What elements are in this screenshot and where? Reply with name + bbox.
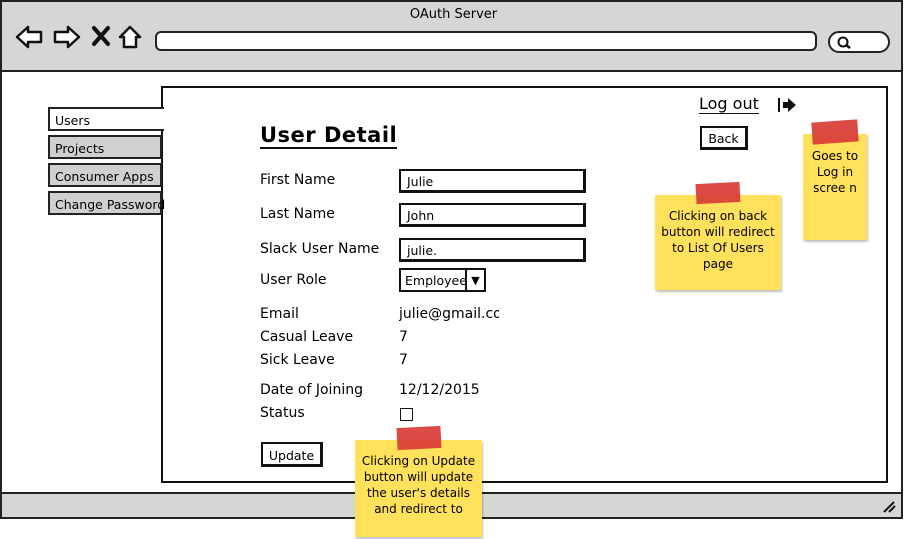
tab-change-password[interactable]: Change Password: [48, 191, 166, 215]
first-name-label: First Name: [260, 172, 336, 188]
casual-leave-label: Casual Leave: [260, 329, 354, 345]
slack-user-name-label: Slack User Name: [260, 241, 380, 257]
sticky-note-update: Clicking on Update button will update th…: [355, 440, 482, 537]
status-label: Status: [260, 405, 305, 421]
status-checkbox[interactable]: [400, 408, 413, 421]
back-button[interactable]: Back: [700, 126, 748, 150]
tab-users[interactable]: Users: [48, 107, 164, 131]
last-name-label: Last Name: [260, 206, 335, 222]
first-name-field[interactable]: Julie: [399, 169, 586, 193]
user-role-label: User Role: [260, 272, 327, 288]
sticky-note-back: Clicking on back button will redirect to…: [655, 195, 781, 290]
browser-search-box[interactable]: [828, 31, 890, 53]
back-arrow-icon[interactable]: [14, 24, 44, 50]
tab-consumer-apps[interactable]: Consumer Apps: [48, 163, 162, 187]
sick-leave-value: 7: [399, 352, 408, 368]
casual-leave-value: 7: [399, 329, 408, 345]
user-role-select[interactable]: Employee ▼: [399, 268, 486, 292]
sick-leave-label: Sick Leave: [260, 352, 335, 368]
tab-label: Change Password: [55, 197, 166, 212]
tab-label: Projects: [55, 141, 105, 156]
home-icon[interactable]: [117, 24, 143, 50]
date-of-joining-value: 12/12/2015: [399, 382, 480, 398]
email-label: Email: [260, 306, 299, 322]
browser-frame-left: [0, 72, 2, 492]
user-role-value: Employee: [405, 273, 467, 288]
forward-arrow-icon[interactable]: [52, 24, 82, 50]
search-icon: [837, 36, 851, 49]
browser-frame-right: [901, 72, 903, 492]
tab-label: Users: [55, 113, 91, 128]
slack-user-name-field[interactable]: julie.: [399, 238, 586, 262]
window-title: OAuth Server: [409, 7, 498, 22]
tab-projects[interactable]: Projects: [48, 135, 162, 159]
resize-grip-icon[interactable]: [880, 498, 898, 514]
close-icon[interactable]: [91, 24, 111, 48]
sticky-note-logout: Goes to Log in scree n: [803, 134, 867, 240]
logout-link[interactable]: Log out: [699, 94, 759, 114]
page-title: User Detail: [260, 123, 398, 149]
email-value: julie@gmail.com: [399, 306, 499, 322]
date-of-joining-label: Date of Joining: [260, 382, 363, 398]
logout-icon[interactable]: [776, 95, 800, 115]
address-bar[interactable]: [155, 31, 817, 51]
tape: [695, 181, 741, 205]
last-name-field[interactable]: John: [399, 203, 586, 227]
tab-label: Consumer Apps: [55, 169, 154, 184]
update-button[interactable]: Update: [261, 442, 323, 467]
tape: [811, 119, 859, 145]
tape: [396, 425, 442, 451]
dropdown-arrow-icon[interactable]: ▼: [465, 270, 484, 290]
